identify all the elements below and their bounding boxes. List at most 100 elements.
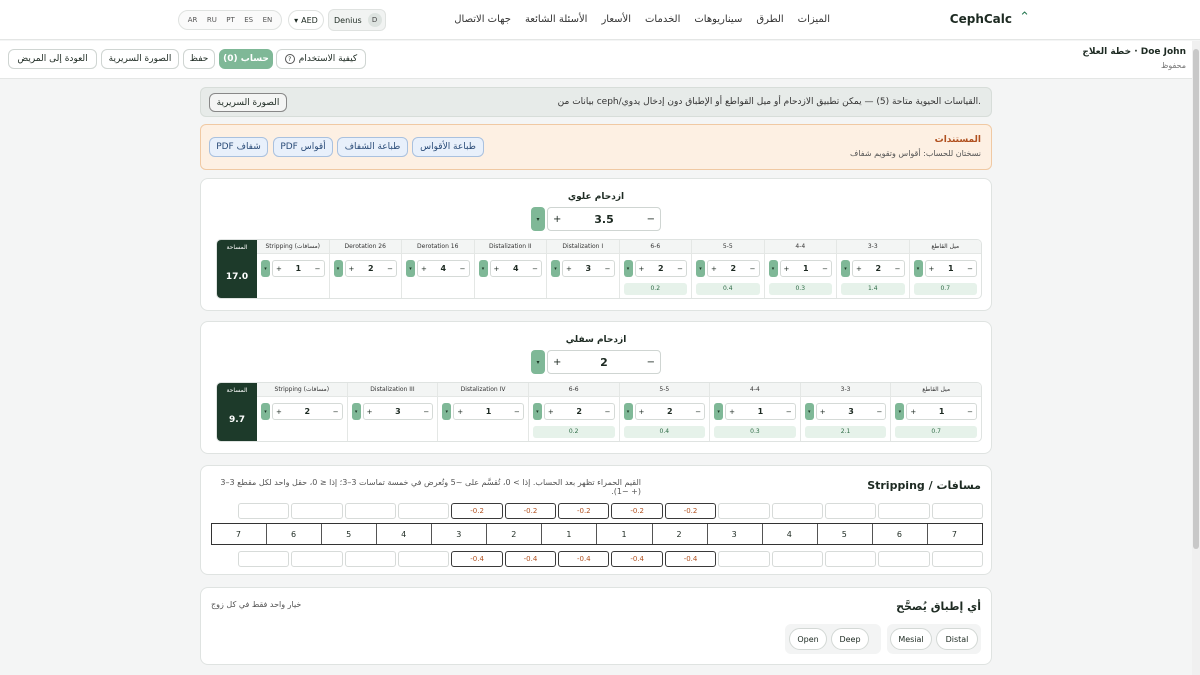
option-deep[interactable]: Deep (831, 628, 869, 650)
column-value-input[interactable]: +2 − (344, 260, 397, 277)
stripping-cell[interactable] (878, 551, 930, 567)
dropdown-chevron-icon[interactable]: ▾ (551, 260, 560, 277)
dropdown-chevron-icon[interactable]: ▾ (768, 260, 778, 277)
lower-crowding-input[interactable]: + 2 − (547, 350, 661, 374)
column-value-input[interactable]: +1 − (453, 403, 524, 420)
lang-ru[interactable]: RU (207, 16, 217, 24)
plus-icon[interactable]: + (457, 408, 463, 416)
nav-link-contacts[interactable]: جهات الاتصال (454, 14, 511, 25)
nav-link-pricing[interactable]: الأسعار (601, 14, 631, 25)
stripping-cell[interactable] (237, 503, 290, 519)
stripping-cell[interactable] (771, 503, 823, 519)
minus-icon[interactable]: − (333, 408, 339, 416)
stripping-cell[interactable]: -0.2 (558, 503, 610, 519)
dropdown-chevron-icon[interactable]: ▾ (714, 403, 724, 420)
plus-icon[interactable]: + (276, 265, 282, 273)
nav-link-features[interactable]: الميزات (798, 14, 830, 25)
plus-icon[interactable]: + (553, 214, 561, 225)
stripping-cell[interactable]: -0.2 (611, 503, 663, 519)
plus-icon[interactable]: + (729, 408, 735, 416)
minus-icon[interactable]: − (876, 408, 882, 416)
column-value-input[interactable]: +1 − (906, 403, 977, 420)
upper-crowding-input[interactable]: + 3.5 − (547, 207, 661, 231)
lang-ar[interactable]: AR (188, 16, 198, 24)
plus-icon[interactable]: + (494, 265, 500, 273)
account-button[interactable]: Denius D (328, 9, 386, 31)
option-distal[interactable]: Distal (936, 628, 978, 650)
dropdown-chevron-icon[interactable]: ▾ (442, 403, 452, 420)
minus-icon[interactable]: − (605, 408, 611, 416)
minus-icon[interactable]: − (514, 408, 520, 416)
minus-icon[interactable]: − (647, 214, 655, 225)
dropdown-chevron-icon[interactable]: ▾ (696, 260, 705, 277)
dropdown-chevron-icon[interactable]: ▾ (913, 260, 923, 277)
how-to-button[interactable]: ? كيفية الاستخدام (276, 49, 366, 69)
dropdown-chevron-icon[interactable]: ▾ (261, 403, 270, 420)
column-value-input[interactable]: +1 − (779, 260, 832, 277)
column-value-input[interactable]: +1 − (272, 260, 325, 277)
plus-icon[interactable]: + (421, 265, 427, 273)
pdf-aligners-button[interactable]: PDF شفاف (209, 137, 268, 157)
stripping-cell[interactable]: -0.2 (451, 503, 503, 519)
plus-icon[interactable]: + (566, 265, 572, 273)
scrollbar-thumb[interactable] (1193, 49, 1199, 549)
minus-icon[interactable]: − (967, 408, 973, 416)
nav-link-services[interactable]: الخدمات (645, 14, 680, 25)
print-brackets-button[interactable]: طباعة الأقواس (412, 137, 484, 157)
stripping-cell[interactable]: -0.2 (664, 503, 717, 519)
nav-link-methods[interactable]: الطرق (756, 14, 783, 25)
stripping-cell[interactable] (931, 503, 983, 519)
stripping-cell[interactable]: -0.4 (504, 551, 557, 567)
stripping-cell[interactable] (344, 503, 397, 519)
minus-icon[interactable]: − (605, 265, 611, 273)
stripping-cell[interactable] (931, 551, 983, 567)
currency-select[interactable]: ▾ AED (288, 10, 324, 30)
minus-icon[interactable]: − (647, 357, 655, 368)
nav-link-faq[interactable]: الأسئلة الشائعة (525, 14, 588, 25)
minus-icon[interactable]: − (786, 408, 792, 416)
plus-icon[interactable]: + (548, 408, 554, 416)
minus-icon[interactable]: − (532, 265, 538, 273)
stripping-cell[interactable] (878, 503, 930, 519)
plus-icon[interactable]: + (820, 408, 826, 416)
print-aligners-button[interactable]: طباعة الشفاف (337, 137, 408, 157)
dropdown-chevron-icon[interactable]: ▾ (531, 350, 545, 374)
minus-icon[interactable]: − (750, 265, 756, 273)
stripping-cell[interactable] (291, 503, 343, 519)
column-value-input[interactable]: +4 − (417, 260, 470, 277)
plus-icon[interactable]: + (367, 408, 373, 416)
dropdown-chevron-icon[interactable]: ▾ (804, 403, 814, 420)
column-value-input[interactable]: +4 − (489, 260, 542, 277)
dropdown-chevron-icon[interactable]: ▾ (531, 207, 545, 231)
dropdown-chevron-icon[interactable]: ▾ (841, 260, 850, 277)
stripping-cell[interactable] (718, 503, 770, 519)
option-mesial[interactable]: Mesial (890, 628, 932, 650)
plus-icon[interactable]: + (856, 265, 862, 273)
lang-es[interactable]: ES (244, 16, 253, 24)
clinical-photo-button[interactable]: الصورة السريرية (101, 49, 179, 69)
page-scrollbar[interactable] (1192, 41, 1200, 675)
plus-icon[interactable]: + (639, 265, 645, 273)
plus-icon[interactable]: + (349, 265, 355, 273)
stripping-cell[interactable] (718, 551, 770, 567)
minus-icon[interactable]: − (423, 408, 429, 416)
minus-icon[interactable]: − (387, 265, 393, 273)
dropdown-chevron-icon[interactable]: ▾ (261, 260, 270, 277)
column-value-input[interactable]: +3 − (815, 403, 887, 420)
stripping-cell[interactable] (824, 551, 877, 567)
stripping-cell[interactable] (771, 551, 823, 567)
brand-logo[interactable]: CephCalc (950, 12, 1012, 26)
minus-icon[interactable]: − (677, 265, 683, 273)
stripping-cell[interactable] (344, 551, 397, 567)
dropdown-chevron-icon[interactable]: ▾ (532, 403, 542, 420)
column-value-input[interactable]: +1 − (924, 260, 977, 277)
stripping-cell[interactable]: -0.4 (558, 551, 610, 567)
calculate-button[interactable]: حساب (0) (219, 49, 273, 69)
column-value-input[interactable]: +1 − (725, 403, 796, 420)
stripping-cell[interactable]: -0.2 (504, 503, 557, 519)
pdf-brackets-button[interactable]: PDF أقواس (273, 137, 333, 157)
stripping-cell[interactable] (824, 503, 877, 519)
dropdown-chevron-icon[interactable]: ▾ (351, 403, 361, 420)
minus-icon[interactable]: − (822, 265, 828, 273)
save-button[interactable]: حفظ (183, 49, 215, 69)
